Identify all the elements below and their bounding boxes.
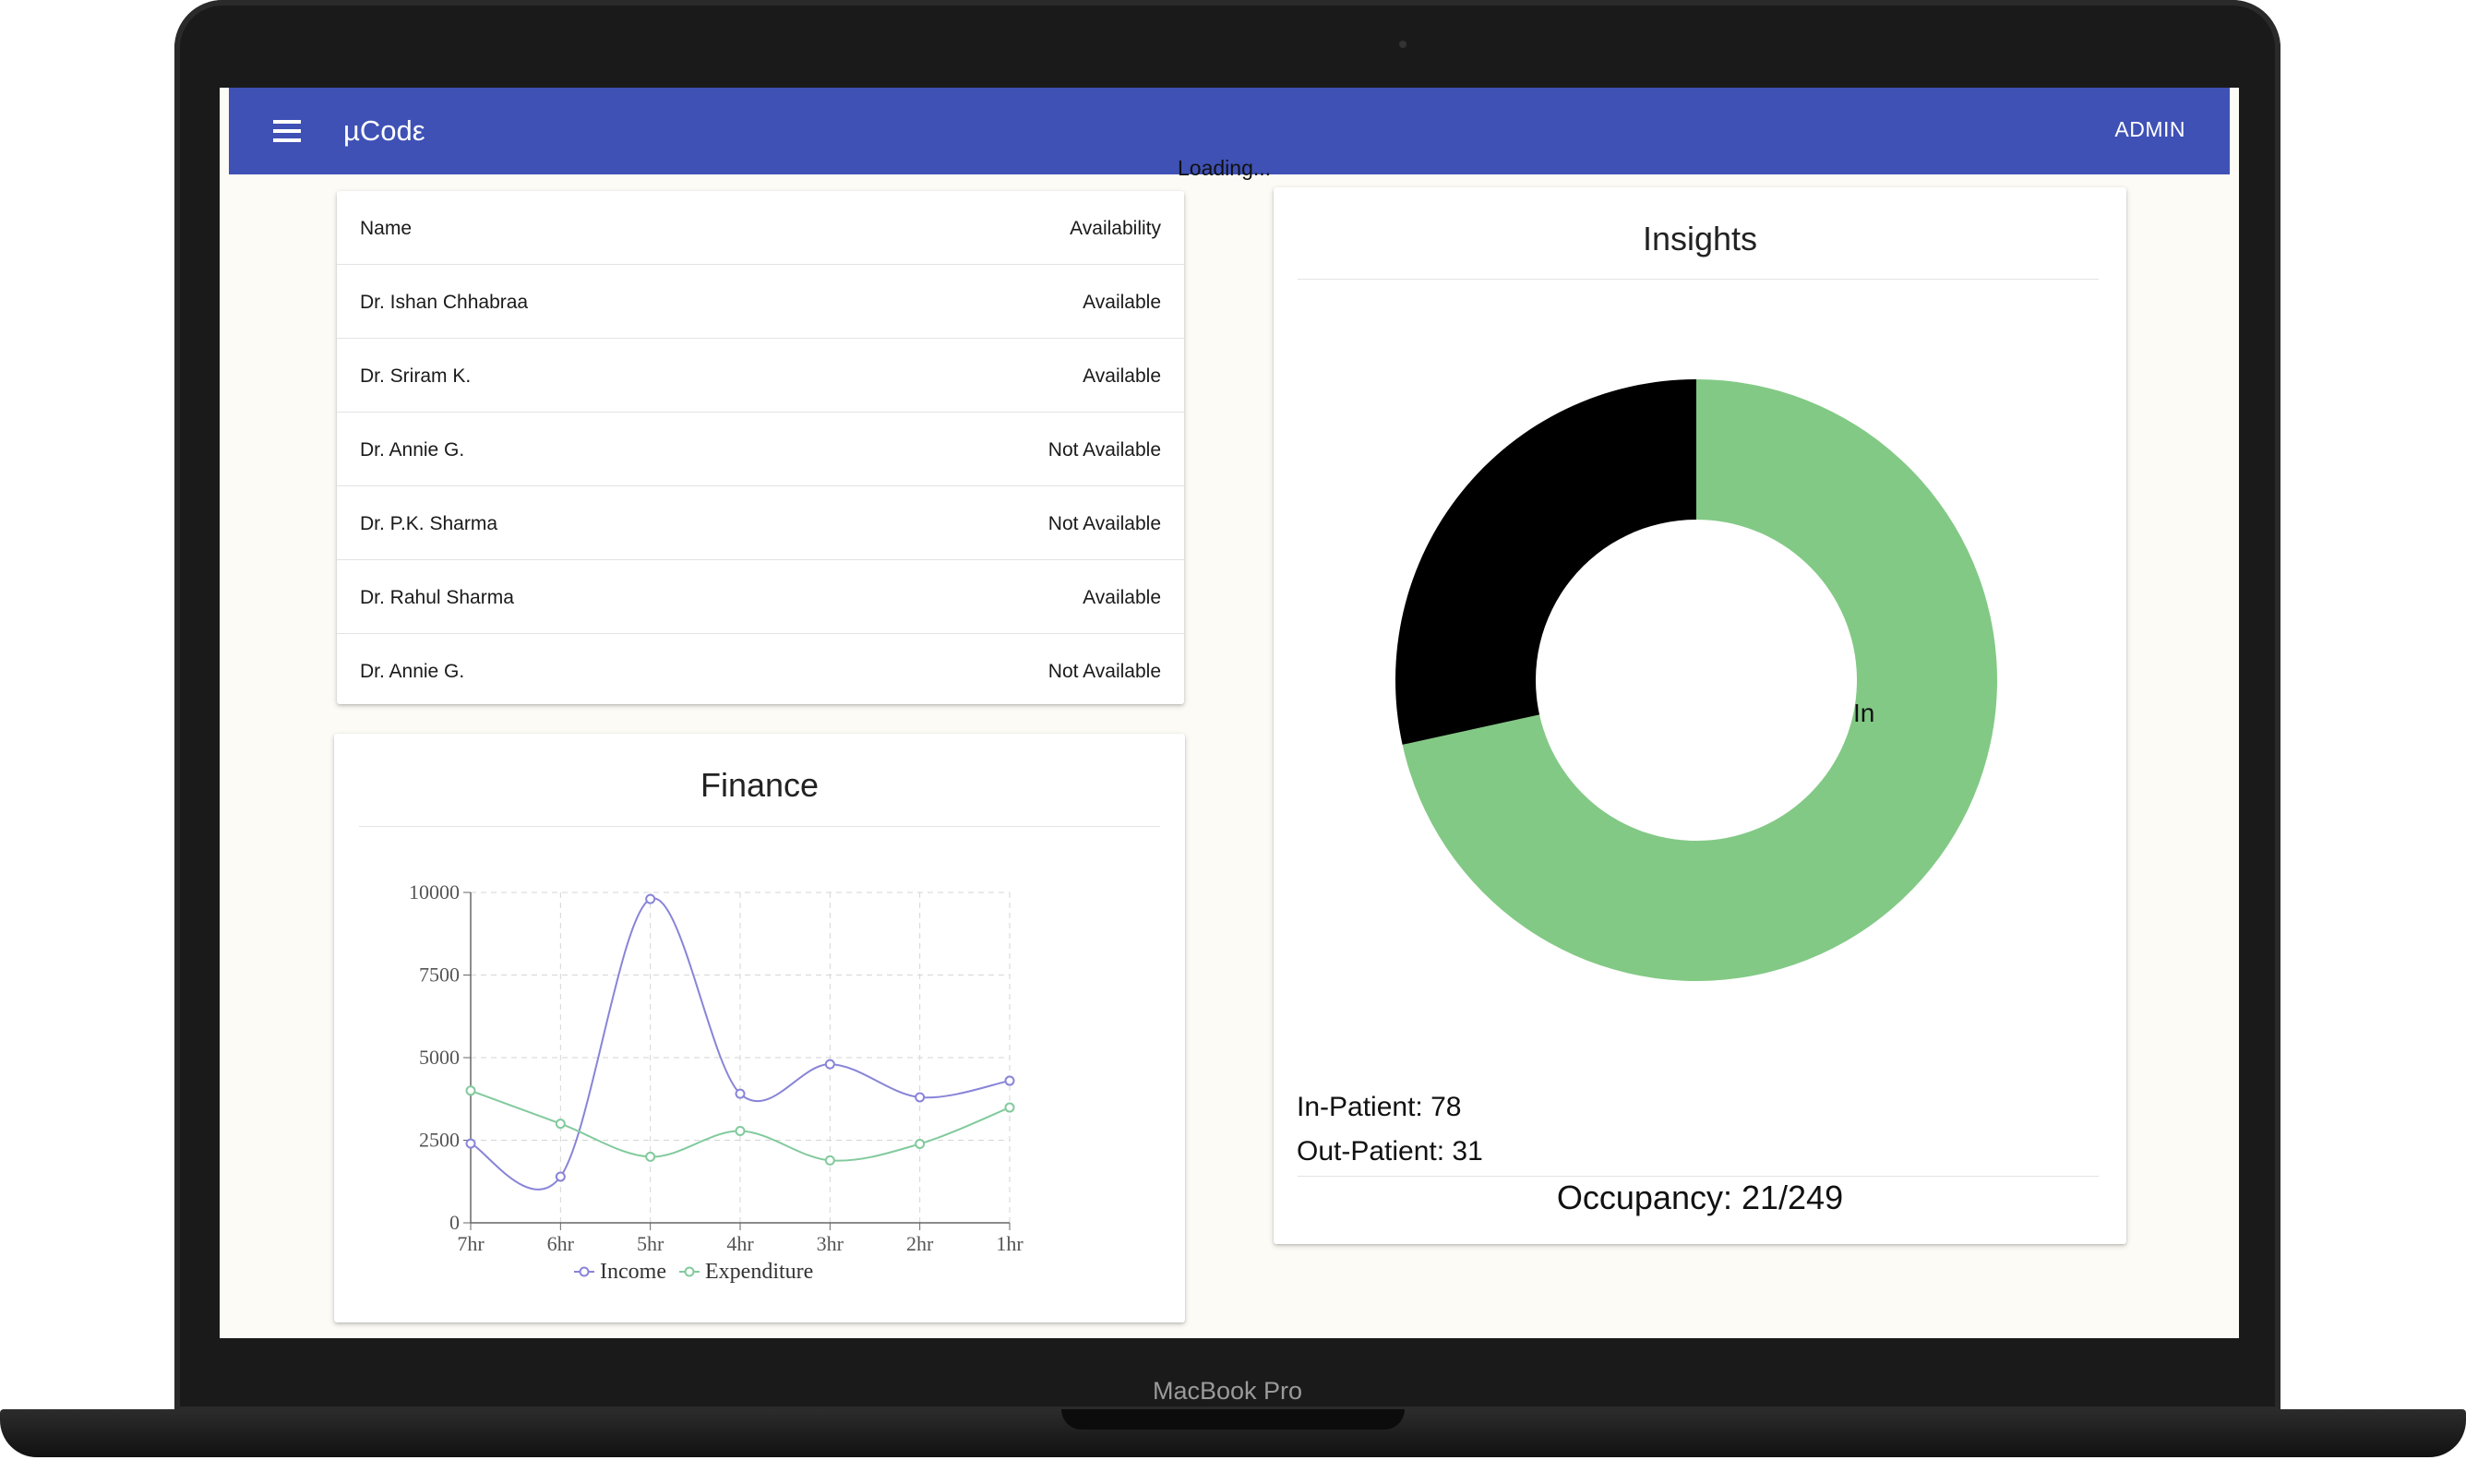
income-point xyxy=(465,1138,476,1149)
table-row[interactable]: Dr. Sriram K. Available xyxy=(337,339,1184,413)
admin-button[interactable]: ADMIN xyxy=(2114,117,2185,142)
divider xyxy=(1298,1176,2099,1177)
occupancy-total: Occupancy: 21/249 xyxy=(1556,1179,1844,1216)
legend-marker xyxy=(684,1266,695,1277)
donut-slice-label: In xyxy=(1853,699,1874,727)
income-point xyxy=(645,893,656,904)
legend-item-income: Income xyxy=(574,1260,666,1284)
expenditure-point xyxy=(555,1119,566,1130)
y-tick-label: 0 xyxy=(449,1211,460,1234)
header-name: Name xyxy=(360,218,413,239)
expenditure-point xyxy=(735,1125,746,1136)
legend-label: Income xyxy=(600,1260,666,1284)
table-row[interactable]: Dr. Annie G. Not Available xyxy=(337,634,1184,708)
y-tick-label: 10000 xyxy=(409,880,460,904)
laptop-notch xyxy=(1061,1409,1405,1430)
y-tick-label: 7500 xyxy=(419,963,460,987)
doctor-name: Dr. Rahul Sharma xyxy=(360,587,514,608)
legend-marker xyxy=(579,1266,590,1277)
y-tick-label: 2500 xyxy=(419,1129,460,1152)
donut-slice-out xyxy=(1395,379,1696,745)
y-tick-label: 5000 xyxy=(419,1046,460,1069)
hamburger-menu-icon[interactable] xyxy=(273,120,301,142)
legend-label: Expenditure xyxy=(705,1260,813,1284)
income-point xyxy=(735,1088,746,1099)
insights-card: Insights In In-Patient: 78 Out-Patient: … xyxy=(1274,187,2126,1244)
x-tick-label: 7hr xyxy=(457,1232,485,1255)
x-tick-label: 4hr xyxy=(726,1232,754,1255)
x-tick-label: 1hr xyxy=(996,1232,1024,1255)
income-point xyxy=(915,1092,926,1103)
doctor-name: Dr. Annie G. xyxy=(360,439,465,461)
income-point xyxy=(555,1171,566,1182)
expenditure-point xyxy=(1004,1102,1015,1113)
header-availability: Availability xyxy=(1070,218,1161,239)
income-series-line xyxy=(470,897,1011,1191)
x-tick-label: 3hr xyxy=(817,1232,844,1255)
income-point xyxy=(1004,1075,1015,1086)
table-row[interactable]: Dr. Ishan Chhabraa Available xyxy=(337,265,1184,339)
doctor-name: Dr. P.K. Sharma xyxy=(360,513,498,534)
income-point xyxy=(824,1059,835,1070)
doctors-table: Name Availability Dr. Ishan Chhabraa Ava… xyxy=(337,191,1184,704)
doctor-name: Dr. Ishan Chhabraa xyxy=(360,292,529,313)
x-tick-label: 2hr xyxy=(906,1232,934,1255)
table-row[interactable]: Dr. Rahul Sharma Available xyxy=(337,560,1184,634)
doctor-availability: Not Available xyxy=(1047,513,1161,534)
doctor-name: Dr. Annie G. xyxy=(360,661,465,682)
doctor-availability: Available xyxy=(1083,587,1161,608)
doctor-availability: Not Available xyxy=(1047,661,1161,682)
expenditure-point xyxy=(465,1085,476,1096)
out-patient-count: Out-Patient: 31 xyxy=(1297,1136,1483,1167)
expenditure-point xyxy=(915,1138,926,1149)
expenditure-point xyxy=(824,1155,835,1166)
loading-indicator: Loading... xyxy=(1178,156,1272,180)
camera-dot xyxy=(1399,41,1407,48)
table-header-row: Name Availability xyxy=(337,191,1184,265)
legend-item-expenditure: Expenditure xyxy=(679,1260,813,1284)
device-brand-label: MacBook Pro xyxy=(1152,1377,1303,1405)
x-tick-label: 6hr xyxy=(547,1232,575,1255)
doctor-availability: Available xyxy=(1083,292,1161,313)
x-tick-label: 5hr xyxy=(637,1232,664,1255)
doctor-availability: Available xyxy=(1083,365,1161,387)
patients-donut-chart: In xyxy=(1395,379,1997,981)
in-patient-count: In-Patient: 78 xyxy=(1297,1092,1462,1122)
finance-card: Finance 0 2500 5000 7500 10000 7hr 6hr 5hr 4hr 3h… xyxy=(334,734,1185,1322)
finance-line-chart: 0 2500 5000 7500 10000 7hr 6hr 5hr 4hr 3hr 2hr 1hr I… xyxy=(409,880,1024,1284)
app-screen: µCodε ADMIN Loading... Name Availability… xyxy=(220,88,2239,1338)
doctor-availability: Not Available xyxy=(1047,439,1161,461)
table-row[interactable]: Dr. P.K. Sharma Not Available xyxy=(337,486,1184,560)
doctor-name: Dr. Sriram K. xyxy=(360,365,472,387)
expenditure-point xyxy=(645,1151,656,1162)
app-title: µCodε xyxy=(343,114,425,147)
table-row[interactable]: Dr. Annie G. Not Available xyxy=(337,413,1184,486)
